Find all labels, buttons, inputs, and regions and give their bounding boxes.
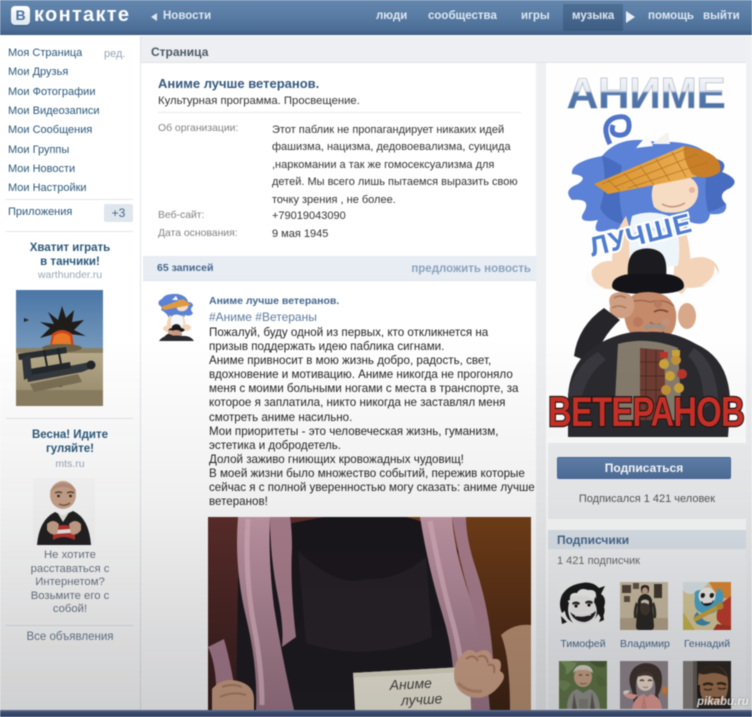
svg-text:лучше: лучше xyxy=(399,690,442,708)
svg-text:АНИМЕ: АНИМЕ xyxy=(567,69,726,118)
svg-text:ВЕТЕРАНОВ: ВЕТЕРАНОВ xyxy=(548,388,744,435)
